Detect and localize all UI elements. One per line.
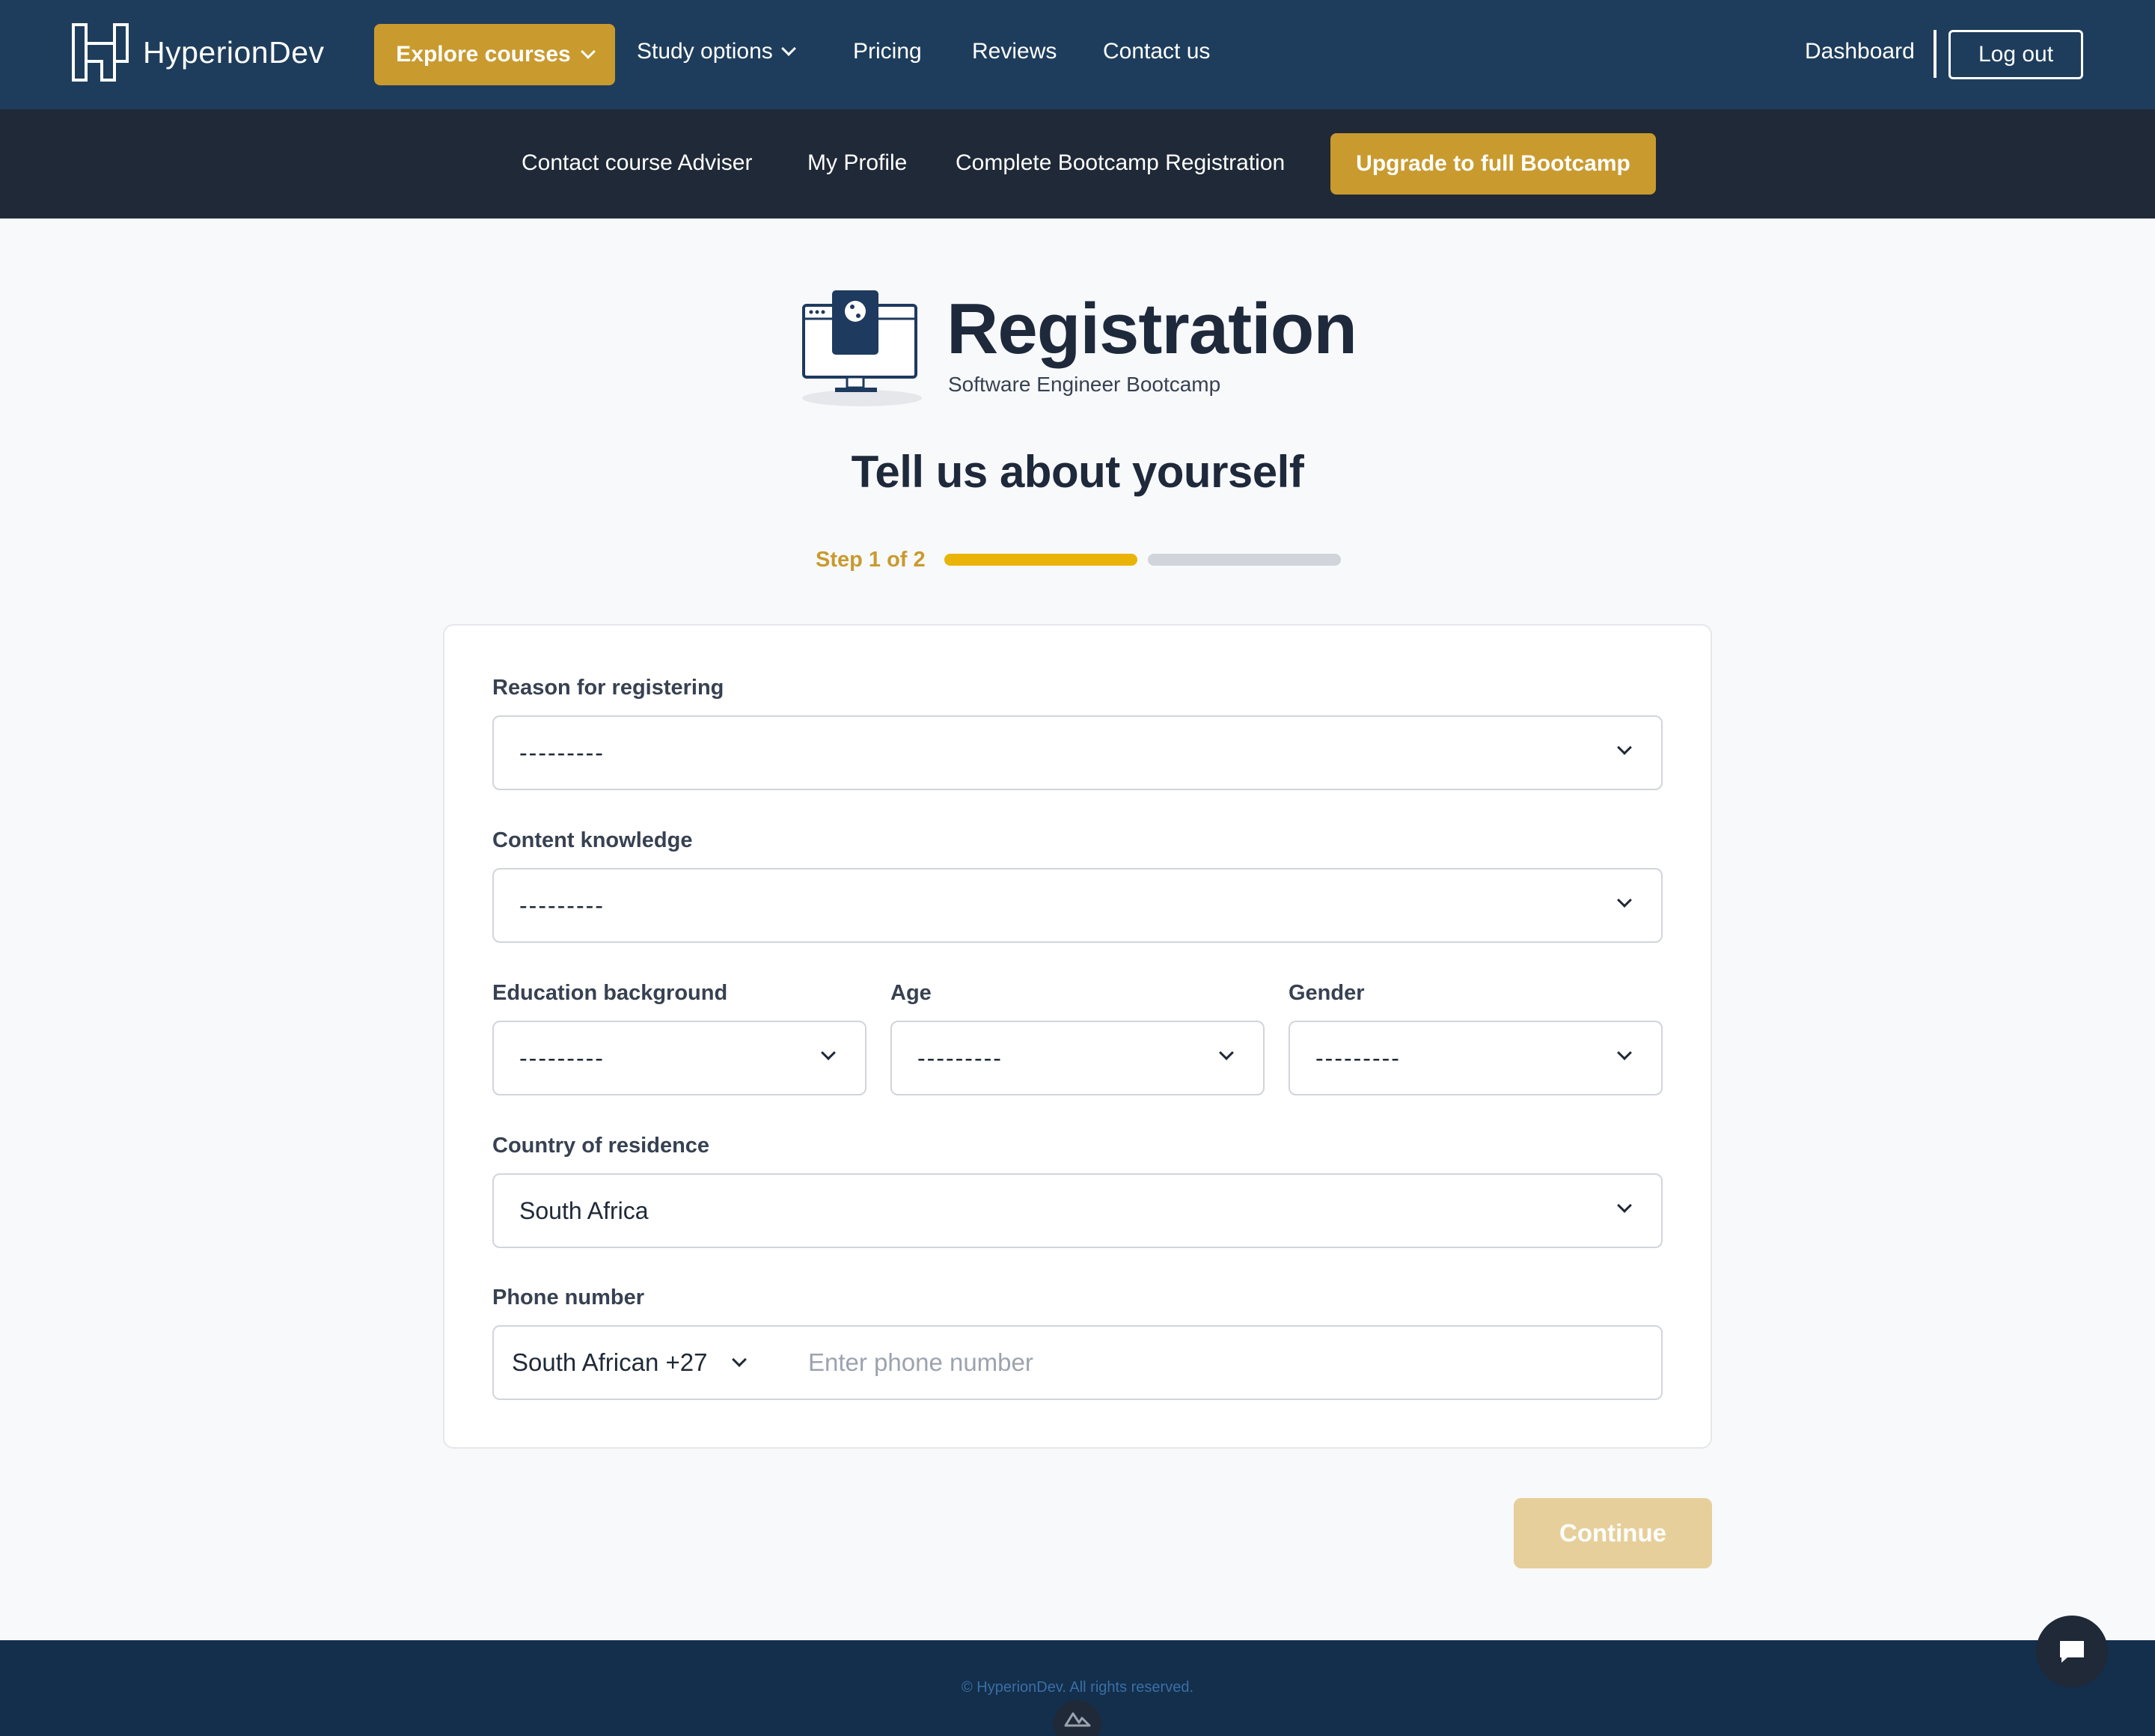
explore-courses-label: Explore courses xyxy=(396,42,571,67)
nav-pricing[interactable]: Pricing xyxy=(853,39,922,64)
chevron-down-icon xyxy=(1617,740,1632,755)
knowledge-label: Content knowledge xyxy=(492,828,693,852)
phone-number-input[interactable] xyxy=(808,1327,1646,1399)
gender-label: Gender xyxy=(1289,981,1365,1005)
phone-country-code-select[interactable]: South African +27 xyxy=(512,1327,748,1399)
step-progress-current xyxy=(944,554,1137,566)
chevron-down-icon xyxy=(821,1045,836,1060)
chat-icon xyxy=(2060,1641,2084,1663)
step-indicator: Step 1 of 2 xyxy=(816,548,926,572)
explore-courses-button[interactable]: Explore courses xyxy=(374,24,615,85)
logout-button[interactable]: Log out xyxy=(1948,30,2083,79)
country-value: South Africa xyxy=(519,1196,649,1224)
phone-field: South African +27 xyxy=(492,1325,1663,1400)
education-label: Education background xyxy=(492,981,728,1005)
nav-contact[interactable]: Contact us xyxy=(1103,39,1210,64)
contact-adviser-link[interactable]: Contact course Adviser xyxy=(522,150,752,176)
chevron-down-icon xyxy=(780,41,796,56)
reason-select[interactable]: --------- xyxy=(492,715,1663,790)
chevron-down-icon xyxy=(732,1352,748,1367)
brand-name: HyperionDev xyxy=(143,34,325,70)
chat-button[interactable] xyxy=(2036,1616,2108,1687)
reason-label: Reason for registering xyxy=(492,676,724,700)
education-value: --------- xyxy=(519,1044,605,1072)
study-options-label: Study options xyxy=(637,39,773,64)
country-label: Country of residence xyxy=(492,1134,710,1158)
nav-dashboard[interactable]: Dashboard xyxy=(1805,39,1915,64)
study-options-menu[interactable]: Study options xyxy=(637,39,796,64)
phone-country-code-value: South African +27 xyxy=(512,1348,708,1376)
age-label: Age xyxy=(890,981,932,1005)
knowledge-value: --------- xyxy=(519,891,605,919)
section-heading: Tell us about yourself xyxy=(851,447,1304,497)
chevron-down-icon xyxy=(1617,1045,1632,1060)
nuxt-icon-glyph xyxy=(1064,1712,1091,1727)
nav-divider xyxy=(1934,30,1937,78)
chevron-down-icon xyxy=(1617,1198,1632,1213)
age-select[interactable]: --------- xyxy=(890,1021,1265,1095)
copyright-text: © HyperionDev. All rights reserved. xyxy=(961,1679,1194,1696)
gender-value: --------- xyxy=(1315,1044,1401,1072)
knowledge-select[interactable]: --------- xyxy=(492,868,1663,943)
nuxt-icon[interactable] xyxy=(1054,1700,1101,1736)
education-select[interactable]: --------- xyxy=(492,1021,866,1095)
upgrade-bootcamp-button[interactable]: Upgrade to full Bootcamp xyxy=(1330,133,1656,195)
chevron-down-icon xyxy=(1219,1045,1234,1060)
my-profile-link[interactable]: My Profile xyxy=(807,150,907,176)
chevron-down-icon xyxy=(1617,893,1632,908)
chevron-down-icon xyxy=(580,44,596,59)
country-select[interactable]: South Africa xyxy=(492,1173,1663,1248)
step-progress-remaining xyxy=(1148,554,1341,566)
hyperiondev-logo[interactable]: HyperionDev xyxy=(71,22,325,82)
hyperiondev-logo-icon xyxy=(72,23,129,82)
continue-button[interactable]: Continue xyxy=(1514,1498,1712,1568)
phone-label: Phone number xyxy=(492,1286,645,1309)
monitor-python-icon xyxy=(802,290,922,406)
page-title: Registration xyxy=(947,289,1357,369)
page-subtitle: Software Engineer Bootcamp xyxy=(948,373,1221,396)
nav-reviews[interactable]: Reviews xyxy=(972,39,1057,64)
reason-value: --------- xyxy=(519,739,605,766)
gender-select[interactable]: --------- xyxy=(1289,1021,1663,1095)
complete-registration-link[interactable]: Complete Bootcamp Registration xyxy=(956,150,1285,176)
age-value: --------- xyxy=(917,1044,1003,1072)
